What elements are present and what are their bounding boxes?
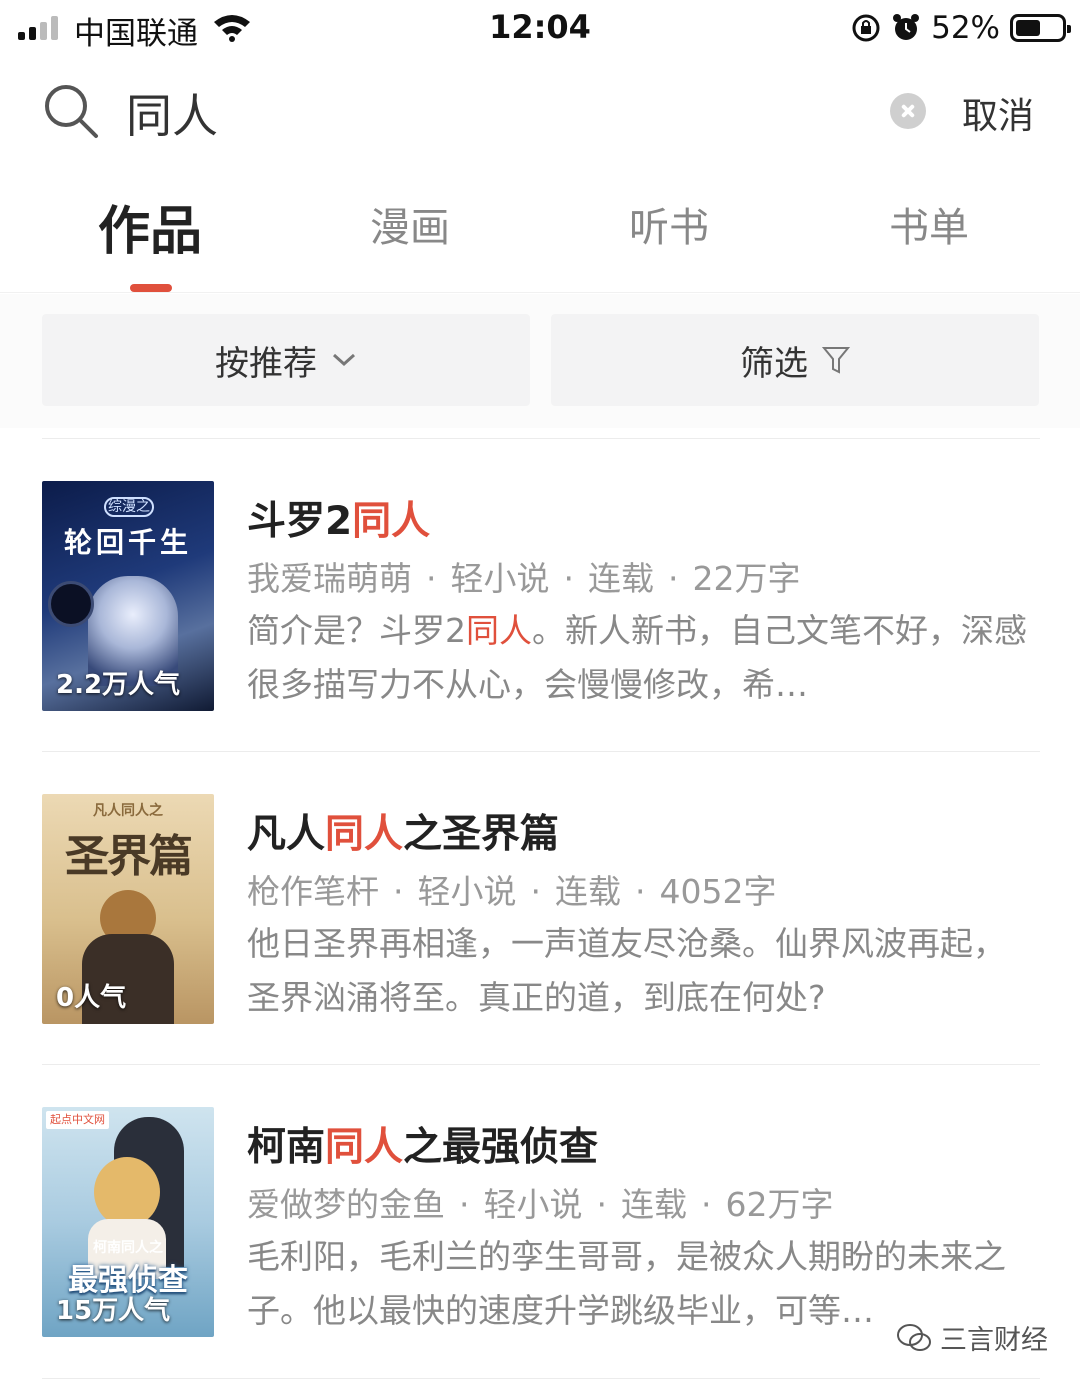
book-title: 柯南同人之最强侦查 xyxy=(247,1125,599,1170)
book-status: 连载 xyxy=(621,1185,687,1224)
book-meta: 我爱瑞萌萌 · 轻小说 · 连载 · 22万字 xyxy=(247,559,801,598)
tab-audiobooks[interactable]: 听书 xyxy=(589,195,749,253)
cover-tag: 凡人同人之 xyxy=(93,803,163,819)
search-bar: 同人 取消 xyxy=(0,60,1080,160)
book-category: 轻小说 xyxy=(483,1185,583,1224)
watermark: 三言财经 xyxy=(896,1318,1048,1357)
sort-dropdown[interactable]: 按推荐 xyxy=(42,314,530,406)
book-author: 枪作笔杆 xyxy=(247,872,379,911)
status-bar: 中国联通 12:04 52% xyxy=(0,0,1080,56)
cancel-button[interactable]: 取消 xyxy=(962,87,1034,139)
book-status: 连载 xyxy=(588,559,654,598)
tab-booklists[interactable]: 书单 xyxy=(849,195,1009,253)
book-author: 我爱瑞萌萌 xyxy=(247,559,412,598)
book-word-count: 4052字 xyxy=(659,872,777,911)
watermark-text: 三言财经 xyxy=(940,1325,1048,1356)
cover-popularity: 0人气 xyxy=(56,983,127,1013)
book-result-item[interactable]: 凡人同人之 圣界篇 0人气 凡人同人之圣界篇 枪作笔杆 · 轻小说 · 连载 · 4052字… xyxy=(0,775,1080,1075)
book-author: 爱做梦的金鱼 xyxy=(247,1185,445,1224)
book-description: 他日圣界再相逢，一声道友尽沧桑。仙界风波再起，圣界汹涌将至。真正的道，到底在何处… xyxy=(247,924,1006,1017)
active-tab-indicator xyxy=(130,284,172,292)
chevron-down-icon xyxy=(332,353,356,367)
book-category: 轻小说 xyxy=(417,872,517,911)
cover-tag: 综漫之 xyxy=(104,497,154,517)
cover-title: 轮回千生 xyxy=(63,526,192,559)
filter-label: 筛选 xyxy=(740,343,808,384)
cover-title: 圣界篇 xyxy=(65,831,193,882)
filter-button[interactable]: 筛选 xyxy=(551,314,1039,406)
book-meta: 爱做梦的金鱼 · 轻小说 · 连载 · 62万字 xyxy=(247,1185,834,1224)
battery-percent: 52% xyxy=(931,10,1000,46)
alarm-icon xyxy=(893,14,920,40)
search-icon xyxy=(45,85,98,138)
clear-search-icon[interactable] xyxy=(890,93,926,129)
battery-icon xyxy=(1010,14,1071,42)
wechat-icon xyxy=(897,1323,931,1351)
divider xyxy=(42,438,1040,439)
book-cover-image: 起点中文网 柯南同人之 最强侦查 15万人气 xyxy=(42,1107,214,1337)
cover-popularity: 2.2万人气 xyxy=(56,670,181,700)
book-word-count: 22万字 xyxy=(692,559,801,598)
book-category: 轻小说 xyxy=(450,559,550,598)
book-word-count: 62万字 xyxy=(725,1185,834,1224)
divider xyxy=(42,1064,1040,1065)
tab-comics[interactable]: 漫画 xyxy=(330,195,490,253)
cover-brand: 起点中文网 xyxy=(46,1111,109,1129)
book-status: 连载 xyxy=(555,872,621,911)
book-cover-image: 综漫之 轮回千生 2.2万人气 xyxy=(42,481,214,711)
filter-bar: 按推荐 筛选 xyxy=(0,294,1080,428)
cover-tag: 柯南同人之 xyxy=(93,1240,163,1256)
book-description: 简介是？斗罗2同人。新人新书，自己文笔不好，深感很多描写力不从心，会慢慢修改，希… xyxy=(247,611,1027,704)
rotation-lock-icon xyxy=(852,14,880,42)
book-title: 凡人同人之圣界篇 xyxy=(247,812,560,857)
divider xyxy=(42,751,1040,752)
tab-works[interactable]: 作品 xyxy=(70,189,230,264)
book-meta: 枪作笔杆 · 轻小说 · 连载 · 4052字 xyxy=(247,872,777,911)
sort-label: 按推荐 xyxy=(215,343,317,384)
book-title: 斗罗2同人 xyxy=(247,499,431,544)
divider xyxy=(42,1378,1040,1379)
funnel-icon xyxy=(822,347,850,374)
book-result-item[interactable]: 综漫之 轮回千生 2.2万人气 斗罗2同人 我爱瑞萌萌 · 轻小说 · 连载 · 22万字 … xyxy=(0,462,1080,762)
cover-popularity: 15万人气 xyxy=(56,1296,171,1326)
book-cover-image: 凡人同人之 圣界篇 0人气 xyxy=(42,794,214,1024)
tab-bar: 作品 漫画 听书 书单 xyxy=(0,175,1080,293)
search-input[interactable]: 同人 xyxy=(126,80,218,146)
